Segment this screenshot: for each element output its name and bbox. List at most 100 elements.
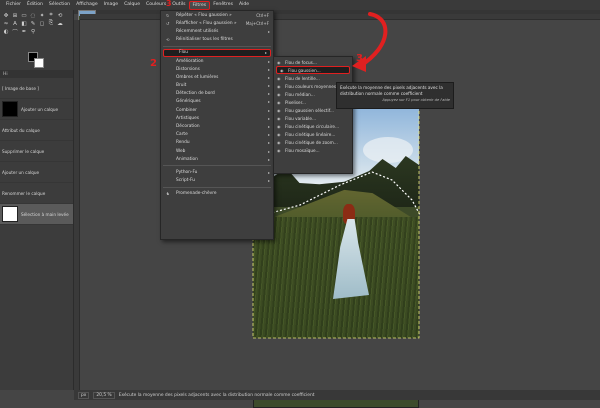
menu-filter-category-label: Ombres et lumières — [176, 74, 219, 80]
history-label: Ajouter un calque — [21, 106, 59, 112]
menu-filter-category[interactable]: Génériques ▸ — [161, 98, 273, 106]
color-swatches[interactable] — [28, 52, 46, 68]
menu-3[interactable]: Affichage — [73, 0, 101, 10]
fuzzy-select-icon[interactable]: ✦ — [38, 12, 46, 19]
toolbox: ✥ ⊞ ▭ ◌ ✦ ⌗ ⟲ ≈ A ◧ ✎ ◻ ⎘ ☁ ◐ ⌒ ✒ ⚲ — [0, 10, 74, 70]
history-item[interactable]: Renommer le calque — [0, 177, 419, 408]
unit-selector[interactable]: px — [78, 391, 90, 399]
filter-icon: ◉ — [277, 131, 281, 137]
lasso-select-icon[interactable]: ◌ — [29, 12, 37, 19]
menubar: Fichier Édition Sélection Affichage Image Cal… — [0, 0, 600, 10]
blur-submenu-label: Flou couleurs moyennes... — [285, 83, 341, 89]
move-tool-icon[interactable]: ✥ — [2, 12, 10, 19]
menu-filter-category[interactable]: Artistiques ▸ — [161, 114, 273, 122]
history-item[interactable]: Attribut du calque — [0, 120, 419, 408]
history-thumbnail — [2, 101, 18, 117]
menu-filter-category[interactable]: Rendu ▸ — [161, 139, 273, 147]
menu-filter-category[interactable]: Distorsions ▸ — [161, 65, 273, 73]
transform-tool-icon[interactable]: ⟲ — [56, 12, 64, 19]
panel-tab[interactable]: Hi — [0, 70, 73, 78]
status-bar: px 20,5 % Exécute la moyenne des pixels … — [74, 390, 600, 400]
menu-blur[interactable]: Flou ▸ — [163, 48, 271, 57]
menu-reset-filters[interactable]: ⟲ Réinitialiser tous les filtres — [161, 36, 273, 44]
menu-4[interactable]: Image — [101, 0, 121, 10]
menu-filter-category-label: Artistiques — [176, 115, 200, 121]
menu-filter-category[interactable]: Bruit ▸ — [161, 82, 273, 90]
zoom-selector[interactable]: 20,5 % — [93, 391, 115, 399]
history-item[interactable]: [ Image de base ] — [0, 78, 419, 408]
history-thumbnail — [2, 206, 18, 222]
menu-recent[interactable]: Récemment utilisés ▸ — [161, 27, 273, 35]
dodge-tool-icon[interactable]: ◐ — [2, 28, 10, 35]
history-item[interactable]: Ajouter un calque — [0, 99, 73, 120]
blur-submenu-item[interactable]: ◉ Flou cinétique circulaire... — [274, 122, 352, 130]
menu-filter-category[interactable]: Amélioration ▸ — [161, 57, 273, 65]
menu-10[interactable]: Aide — [236, 0, 252, 10]
menu-script[interactable]: Script-Fu ▸ — [161, 177, 273, 185]
menu-0[interactable]: Fichier — [3, 0, 24, 10]
menu-filter-category-label: Rendu — [176, 140, 190, 146]
chevron-right-icon: ▸ — [267, 99, 270, 105]
menu-separator — [163, 186, 271, 188]
menu-script[interactable]: Python-Fu ▸ — [161, 168, 273, 176]
filter-icon: ◉ — [277, 147, 281, 153]
rect-select-icon[interactable]: ▭ — [20, 12, 28, 19]
goat-icon: ♞ — [166, 191, 170, 197]
menu-filter-category-label: Décoration — [176, 124, 200, 130]
history-item[interactable]: Sélection à main levée — [0, 204, 73, 225]
chevron-right-icon: ▸ — [267, 28, 270, 34]
eraser-icon[interactable]: ◻ — [38, 20, 46, 27]
blur-submenu-label: Flou gaussien... — [288, 67, 321, 73]
menu-repeat-label: Répéter « Flou gaussien » — [176, 12, 232, 18]
background-color[interactable] — [34, 58, 44, 68]
blur-submenu-item[interactable]: ◉ Flou cinétique de zoom... — [274, 138, 352, 146]
menu-9[interactable]: Fenêtres — [210, 0, 236, 10]
align-tool-icon[interactable]: ⊞ — [11, 12, 19, 19]
blur-submenu-item[interactable]: ◉ Flou mosaïque... — [274, 146, 352, 154]
clone-tool-icon[interactable]: ⎘ — [47, 20, 55, 27]
blur-submenu-label: Flou cinétique circulaire... — [285, 123, 339, 129]
menu-blur-label: Flou — [179, 50, 189, 56]
filter-icon: ◉ — [277, 115, 281, 121]
tooltip-text: Exécute la moyenne des pixels adjacents … — [340, 85, 443, 96]
status-message: Exécute la moyenne des pixels adjacents … — [118, 392, 315, 398]
menu-separator — [163, 45, 271, 47]
menu-repeat-filter[interactable]: ↻ Répéter « Flou gaussien » Ctrl+F — [161, 11, 273, 19]
smudge-tool-icon[interactable]: ☁ — [56, 20, 64, 27]
warp-tool-icon[interactable]: ≈ — [2, 20, 10, 27]
menu-7[interactable]: Outils — [169, 0, 188, 10]
menu-filter-category-label: Détection de bord — [176, 91, 215, 97]
menu-filter-category-label: Animation — [176, 156, 198, 162]
color-picker-icon[interactable]: ✒ — [20, 28, 28, 35]
paintbrush-icon[interactable]: ✎ — [29, 20, 37, 27]
blur-submenu-label: Pixeliser... — [285, 99, 306, 105]
blur-submenu-item[interactable]: ◉ Flou gaussien... — [276, 66, 350, 74]
menu-filter-category[interactable]: Ombres et lumières ▸ — [161, 73, 273, 81]
menu-filter-category[interactable]: Détection de bord ▸ — [161, 90, 273, 98]
history-item[interactable]: Ajouter un calque — [0, 162, 419, 408]
filter-icon: ◉ — [277, 91, 281, 97]
crop-tool-icon[interactable]: ⌗ — [47, 12, 55, 19]
fill-tool-icon[interactable]: ◧ — [20, 20, 28, 27]
step-badge-gauss: 3 — [356, 53, 363, 64]
zoom-tool-icon[interactable]: ⚲ — [29, 28, 37, 35]
menu-1[interactable]: Édition — [24, 0, 46, 10]
blur-submenu-item[interactable]: ◉ Flou variable... — [274, 114, 352, 122]
text-tool-icon[interactable]: A — [11, 20, 19, 27]
blur-submenu-item[interactable]: ◉ Flou cinétique linéaire... — [274, 130, 352, 138]
menu-filter-category[interactable]: Carte ▸ — [161, 131, 273, 139]
menu-filter-category[interactable]: Combiner ▸ — [161, 106, 273, 114]
path-tool-icon[interactable]: ⌒ — [11, 28, 19, 36]
menu-filter-category[interactable]: Décoration ▸ — [161, 122, 273, 130]
history-item[interactable]: Supprimer le calque — [0, 141, 419, 408]
menu-8[interactable]: Filtres — [188, 0, 211, 10]
menu-5[interactable]: Calque — [121, 0, 143, 10]
blur-submenu-label: Flou de lentille... — [285, 75, 320, 81]
menu-filter-category[interactable]: Animation ▸ — [161, 155, 273, 163]
menu-filter-category-label: Web — [176, 148, 186, 154]
menu-gegl[interactable]: ♞ Promenade-chèvre — [161, 190, 273, 198]
menu-2[interactable]: Sélection — [46, 0, 73, 10]
chevron-right-icon: ▸ — [267, 115, 270, 121]
menu-reshow-filter[interactable]: ↺ Réafficher « Flou gaussien » Maj+Ctrl+… — [161, 19, 273, 27]
menu-filter-category[interactable]: Web ▸ — [161, 147, 273, 155]
